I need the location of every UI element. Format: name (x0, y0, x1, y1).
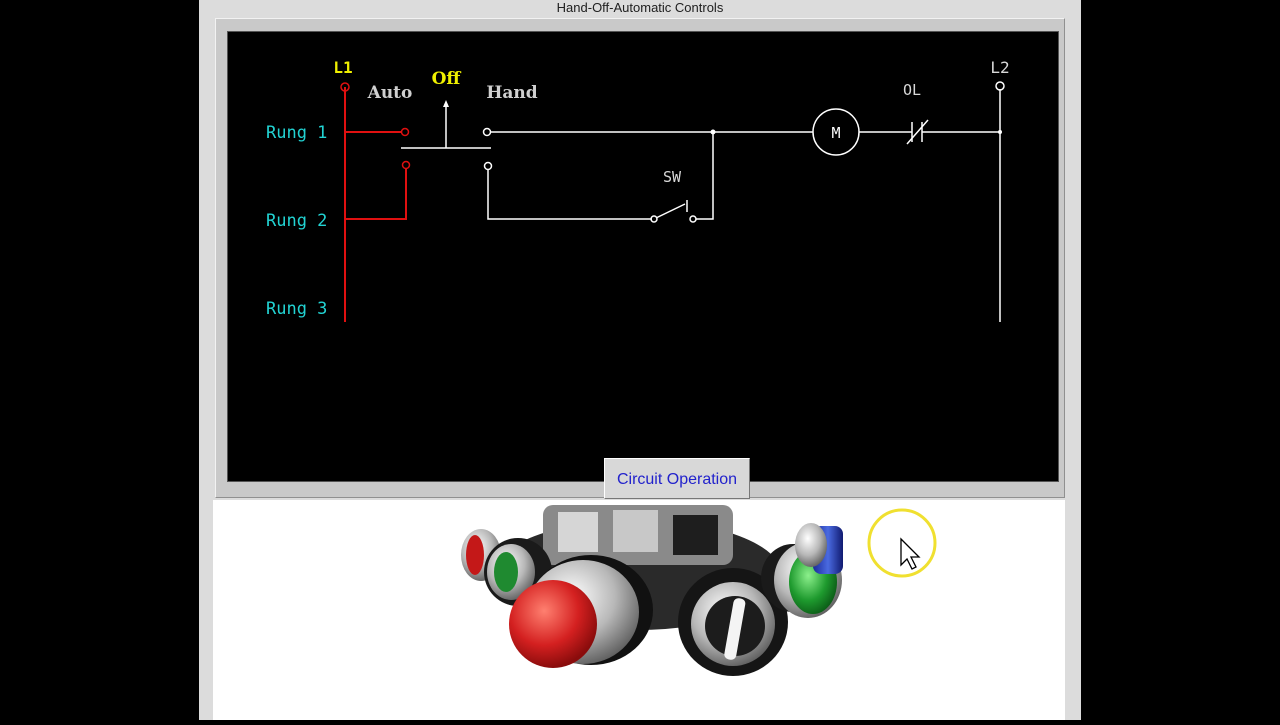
circuit-operation-button[interactable]: Circuit Operation (604, 458, 750, 499)
selector-arrow (443, 100, 449, 107)
contact-block (558, 512, 598, 552)
ladder-diagram: M OL SW L1 L2 Auto Off Hand Rung 1 Rung … (266, 58, 1010, 322)
window-title: Hand-Off-Automatic Controls (556, 0, 724, 15)
hand-contact-top (482, 127, 492, 137)
contact-block (613, 510, 658, 552)
cursor-highlight (867, 508, 937, 578)
sw-return-wire (696, 132, 714, 220)
rung2-wire (487, 170, 652, 220)
red-mushroom-icon (509, 580, 597, 668)
mouse-pointer-icon (900, 537, 921, 570)
rung-3-label: Rung 3 (266, 299, 327, 319)
chrome-bezel (795, 523, 827, 567)
sw-label: SW (663, 168, 682, 186)
auto-contact-bottom (401, 160, 411, 170)
app-window: Hand-Off-Automatic Controls M OL SW L1 L… (199, 0, 1081, 720)
l2-label: L2 (990, 58, 1009, 77)
off-label: Off (432, 69, 462, 89)
rung-2-label: Rung 2 (266, 211, 327, 231)
ol-label: OL (903, 81, 921, 99)
l2-terminal (995, 81, 1005, 91)
sw-blade (655, 203, 686, 219)
l1-label: L1 (333, 58, 352, 77)
hand-contact-bottom (483, 161, 493, 171)
ladder-diagram-panel: M OL SW L1 L2 Auto Off Hand Rung 1 Rung … (227, 31, 1059, 499)
rung2-live-wire (345, 168, 407, 220)
green-cap-icon (494, 552, 518, 592)
motor-label: M (831, 124, 840, 142)
auto-contact-top (400, 127, 410, 137)
sw-contact-right (689, 215, 697, 223)
contact-block (673, 515, 718, 555)
auto-label: Auto (367, 83, 413, 103)
hand-label: Hand (486, 83, 537, 103)
red-cap-icon (466, 535, 484, 575)
rung-1-label: Rung 1 (266, 123, 327, 143)
